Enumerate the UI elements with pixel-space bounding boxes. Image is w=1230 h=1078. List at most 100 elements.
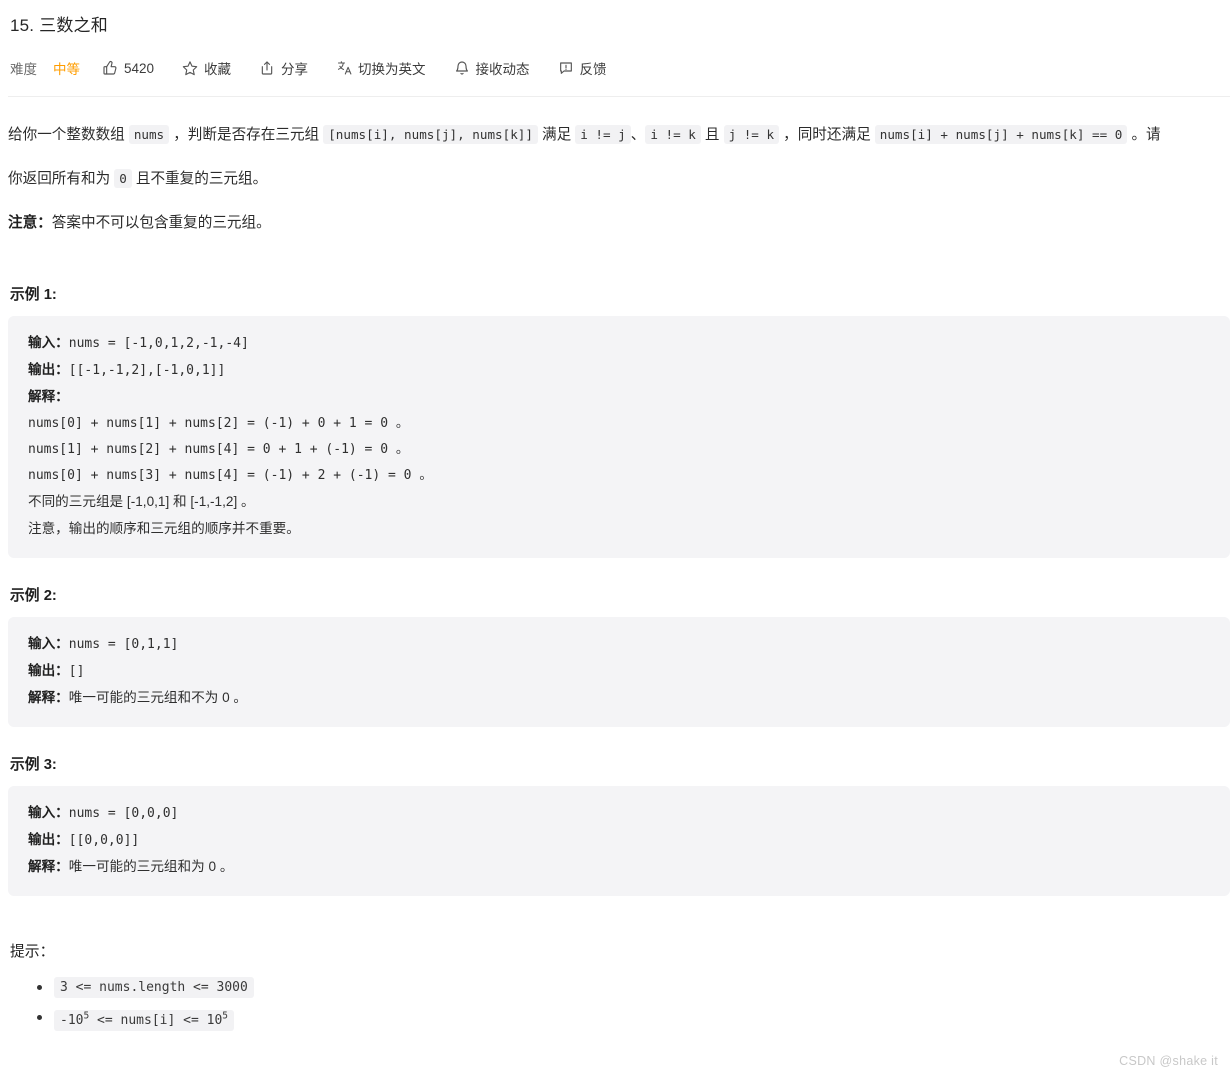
favorite-label: 收藏 xyxy=(204,62,232,77)
example-code-block: 输入：nums = [0,0,0] 输出：[[0,0,0]] 解释：唯一可能的三… xyxy=(8,786,1230,896)
translate-button[interactable]: 切换为英文 xyxy=(336,58,426,78)
like-count: 5420 xyxy=(124,60,155,76)
inline-code-i-ne-k: i != k xyxy=(645,125,701,144)
hints-section: 提示： 3 <= nums.length <= 3000 -10 5 <= num… xyxy=(8,940,1222,1033)
list-item: 3 <= nums.length <= 3000 xyxy=(37,975,1222,1000)
watermark: CSDN @shake it xyxy=(1119,1054,1218,1068)
header-divider xyxy=(8,96,1230,97)
difficulty-badge: 难度 中等 xyxy=(10,58,80,78)
line-label: 输入： xyxy=(28,805,69,820)
line-code: [[0,0,0]] xyxy=(68,833,140,848)
translate-label: 切换为英文 xyxy=(358,62,426,77)
translate-icon xyxy=(336,60,352,76)
description-paragraph-2: 你返回所有和为 0 且不重复的三元组。 xyxy=(8,163,1222,195)
inline-code-nums: nums xyxy=(128,125,170,144)
inline-code-zero: 0 xyxy=(114,169,132,188)
hint-code: -105 <= nums[i] <= 105 xyxy=(54,1010,235,1032)
inline-code-sum-zero: nums[i] + nums[j] + nums[k] == 0 xyxy=(874,125,1128,144)
list-item: -105 <= nums[i] <= 105 xyxy=(37,1005,1222,1033)
example-line: 输出：[] xyxy=(28,658,1210,685)
problem-toolbar: 难度 中等 5420 收藏 分享 切换为英文 接收动态 反馈 xyxy=(10,52,1222,84)
inline-code-i-ne-j: i != j xyxy=(575,125,631,144)
bell-icon xyxy=(454,60,470,76)
hint-code: 3 <= nums.length <= 3000 xyxy=(54,977,254,998)
hint-part: -10 xyxy=(60,1013,84,1029)
line-code: [[-1,-1,2],[-1,0,1]] xyxy=(68,363,226,378)
line-code: nums = [0,1,1] xyxy=(68,637,179,652)
line-code: 不同的三元组是 [-1,0,1] 和 [-1,-1,2] 。 xyxy=(28,494,255,509)
example-title: 示例 3: xyxy=(10,757,57,773)
line-code: nums = [0,0,0] xyxy=(68,806,179,821)
desc-text: 给你一个整数数组 xyxy=(8,127,129,143)
problem-description: 给你一个整数数组 nums ，判断是否存在三元组 [nums[i], nums[… xyxy=(8,119,1222,239)
desc-text: 你返回所有和为 xyxy=(8,171,115,187)
line-label: 解释： xyxy=(28,690,69,705)
like-button[interactable]: 5420 xyxy=(102,60,154,76)
hint-exponent: 5 xyxy=(222,1011,229,1022)
desc-text: ，同时还满足 xyxy=(779,127,875,143)
description-paragraph-1: 给你一个整数数组 nums ，判断是否存在三元组 [nums[i], nums[… xyxy=(8,119,1222,151)
example-2: 示例 2: 输入：nums = [0,1,1] 输出：[] 解释：唯一可能的三元… xyxy=(8,584,1230,727)
line-label: 解释： xyxy=(28,859,69,874)
example-title: 示例 2: xyxy=(10,588,57,604)
description-note: 注意：答案中不可以包含重复的三元组。 xyxy=(8,207,1222,239)
line-code: 唯一可能的三元组和不为 0 。 xyxy=(68,690,248,705)
example-line: 输入：nums = [0,0,0] xyxy=(28,800,1210,827)
share-button[interactable]: 分享 xyxy=(259,58,308,78)
thumbs-up-icon xyxy=(102,60,118,76)
line-label: 输入： xyxy=(28,335,69,350)
line-label: 输出： xyxy=(28,832,69,847)
feedback-label: 反馈 xyxy=(579,62,607,77)
example-line: 解释： xyxy=(28,384,1210,411)
example-code-block: 输入：nums = [0,1,1] 输出：[] 解释：唯一可能的三元组和不为 0… xyxy=(8,617,1230,727)
favorite-button[interactable]: 收藏 xyxy=(182,58,231,78)
line-label: 输出： xyxy=(28,663,69,678)
inline-code-triplet: [nums[i], nums[j], nums[k]] xyxy=(323,125,538,144)
line-code: nums[0] + nums[1] + nums[2] = (-1) + 0 +… xyxy=(28,416,409,431)
desc-text: 且 xyxy=(700,127,724,143)
example-code-block: 输入：nums = [-1,0,1,2,-1,-4] 输出：[[-1,-1,2]… xyxy=(8,316,1230,558)
line-label: 输出： xyxy=(28,362,69,377)
example-line: 输出：[[-1,-1,2],[-1,0,1]] xyxy=(28,357,1210,384)
subscribe-button[interactable]: 接收动态 xyxy=(454,58,530,78)
example-line: 解释：唯一可能的三元组和为 0 。 xyxy=(28,854,1210,881)
example-line: nums[0] + nums[1] + nums[2] = (-1) + 0 +… xyxy=(28,411,1210,437)
line-label: 解释： xyxy=(28,389,69,404)
line-code: [] xyxy=(68,664,85,679)
example-line: 解释：唯一可能的三元组和不为 0 。 xyxy=(28,685,1210,712)
example-line: nums[1] + nums[2] + nums[4] = 0 + 1 + (-… xyxy=(28,437,1210,463)
line-code: 注意，输出的顺序和三元组的顺序并不重要。 xyxy=(28,521,300,536)
example-line: 不同的三元组是 [-1,0,1] 和 [-1,-1,2] 。 xyxy=(28,489,1210,516)
example-line: nums[0] + nums[3] + nums[4] = (-1) + 2 +… xyxy=(28,463,1210,489)
page-title: 15. 三数之和 xyxy=(10,16,108,35)
line-code: nums[1] + nums[2] + nums[4] = 0 + 1 + (-… xyxy=(28,442,409,457)
line-code: nums[0] + nums[3] + nums[4] = (-1) + 2 +… xyxy=(28,468,433,483)
desc-text: 、 xyxy=(630,127,646,143)
difficulty-value: 中等 xyxy=(53,62,80,77)
note-label: 注意： xyxy=(8,215,52,231)
example-title: 示例 1: xyxy=(10,287,57,303)
line-code: nums = [-1,0,1,2,-1,-4] xyxy=(68,336,249,351)
subscribe-label: 接收动态 xyxy=(475,62,530,77)
hints-title: 提示： xyxy=(10,944,55,960)
inline-code-j-ne-k: j != k xyxy=(723,125,780,144)
example-3: 示例 3: 输入：nums = [0,0,0] 输出：[[0,0,0]] 解释：… xyxy=(8,753,1230,896)
desc-text: ，判断是否存在三元组 xyxy=(169,127,324,143)
desc-text: 。请 xyxy=(1127,127,1161,143)
feedback-icon xyxy=(558,60,574,76)
line-code: 唯一可能的三元组和为 0 。 xyxy=(68,859,234,874)
desc-text: 满足 xyxy=(537,127,576,143)
hint-part: <= nums[i] <= 10 xyxy=(89,1013,223,1029)
feedback-button[interactable]: 反馈 xyxy=(558,58,607,78)
problem-page: 15. 三数之和 难度 中等 5420 收藏 分享 切换为英文 接收动态 反馈 … xyxy=(0,0,1230,1033)
example-line: 输入：nums = [0,1,1] xyxy=(28,631,1210,658)
share-label: 分享 xyxy=(281,62,309,77)
example-line: 输出：[[0,0,0]] xyxy=(28,827,1210,854)
line-label: 输入： xyxy=(28,636,69,651)
example-1: 示例 1: 输入：nums = [-1,0,1,2,-1,-4] 输出：[[-1… xyxy=(8,283,1230,558)
example-line: 注意，输出的顺序和三元组的顺序并不重要。 xyxy=(28,516,1210,543)
star-icon xyxy=(182,60,198,76)
hints-list: 3 <= nums.length <= 3000 -10 5 <= nums[i]… xyxy=(8,975,1222,1033)
